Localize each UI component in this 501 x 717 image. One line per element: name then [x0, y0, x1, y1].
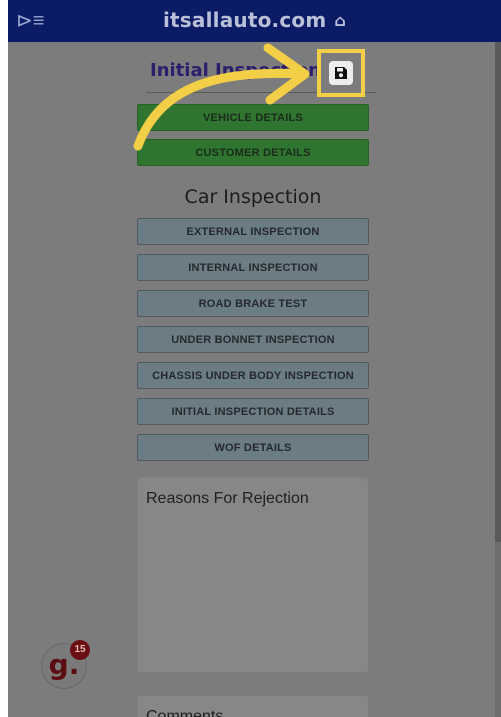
comments-field[interactable]: Comments — [137, 695, 369, 717]
scrollbar-thumb[interactable] — [495, 42, 501, 542]
app-frame: ⊳≡ itsallauto.com ⌂ Initial Inspection VE… — [8, 0, 501, 717]
external-inspection-button[interactable]: EXTERNAL INSPECTION — [137, 218, 369, 245]
road-brake-test-button[interactable]: ROAD BRAKE TEST — [137, 290, 369, 317]
comments-label: Comments — [146, 708, 224, 717]
customer-details-button[interactable]: CUSTOMER DETAILS — [137, 139, 369, 166]
home-icon[interactable]: ⌂ — [334, 11, 346, 30]
floppy-disk-icon — [335, 67, 347, 79]
initial-inspection-details-button[interactable]: INITIAL INSPECTION DETAILS — [137, 398, 369, 425]
brand-label: itsallauto.com — [162, 8, 327, 32]
internal-inspection-button[interactable]: INTERNAL INSPECTION — [137, 254, 369, 281]
reasons-for-rejection-field[interactable]: Reasons For Rejection — [137, 477, 369, 673]
top-bar: ⊳≡ itsallauto.com ⌂ — [8, 0, 501, 42]
reasons-for-rejection-label: Reasons For Rejection — [146, 490, 309, 507]
chassis-under-body-inspection-button[interactable]: CHASSIS UNDER BODY INSPECTION — [137, 362, 369, 389]
page-title: Initial Inspection — [150, 60, 321, 81]
brand[interactable]: itsallauto.com ⌂ — [8, 8, 501, 32]
car-inspection-heading: Car Inspection — [184, 186, 322, 208]
under-bonnet-inspection-button[interactable]: UNDER BONNET INSPECTION — [137, 326, 369, 353]
notification-count-badge: 15 — [70, 640, 90, 660]
scrollbar[interactable] — [495, 42, 501, 717]
notification-widget[interactable]: g. 15 — [41, 640, 90, 689]
save-button-highlight — [317, 49, 365, 97]
wof-details-button[interactable]: WOF DETAILS — [137, 434, 369, 461]
save-button[interactable] — [329, 61, 353, 85]
vehicle-details-button[interactable]: VEHICLE DETAILS — [137, 104, 369, 131]
